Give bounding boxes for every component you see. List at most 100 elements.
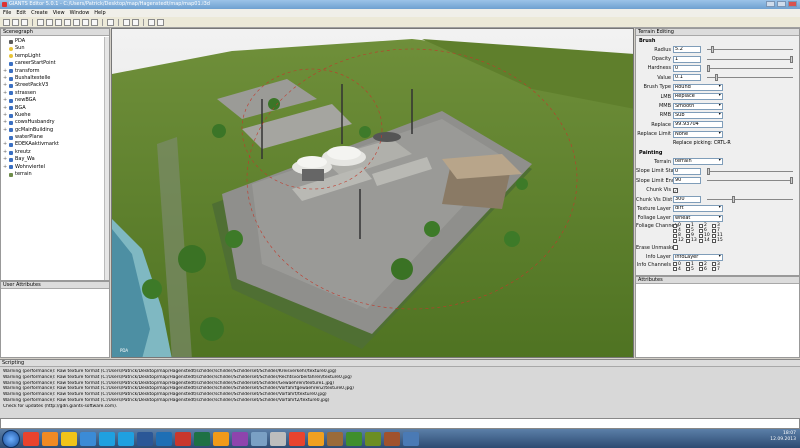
open-icon[interactable] [12, 19, 19, 26]
channel-checkbox[interactable] [686, 267, 690, 272]
hardness-field[interactable]: 0 [673, 64, 701, 72]
scenegraph-node[interactable]: + cowsHusbandry [3, 119, 107, 126]
channel-checkbox[interactable] [699, 223, 703, 228]
scenegraph-node[interactable]: careerStartPoint [3, 60, 107, 67]
channel-checkbox[interactable] [712, 223, 716, 228]
terrain-sculpt-icon[interactable] [73, 19, 80, 26]
taskbar-tractor-icon[interactable] [346, 431, 362, 446]
scenegraph-node[interactable]: + Bushaltestelle [3, 75, 107, 82]
expand-toggle-icon[interactable]: + [3, 119, 7, 126]
info-layer-select[interactable]: infoLayer [673, 253, 723, 261]
channel-checkbox[interactable] [699, 228, 703, 233]
scale-icon[interactable] [64, 19, 71, 26]
replace-field[interactable]: 99.93704 [673, 121, 723, 129]
pivot-icon[interactable] [157, 19, 164, 26]
channel-checkbox[interactable] [712, 238, 716, 243]
menu-file[interactable]: File [3, 9, 11, 17]
value-slider[interactable] [707, 74, 793, 82]
taskbar-winamp-icon[interactable] [308, 431, 324, 446]
channel-checkbox[interactable] [686, 228, 690, 233]
chunk-vis-dist-slider[interactable] [707, 196, 793, 204]
channel-checkbox[interactable] [673, 238, 677, 243]
taskbar-chrome-icon[interactable] [23, 431, 39, 446]
channel-checkbox[interactable] [712, 267, 716, 272]
chunk-vis-dist-field[interactable]: 300 [673, 196, 701, 204]
channel-checkbox[interactable] [673, 223, 677, 228]
channel-checkbox[interactable] [673, 267, 677, 272]
hardness-slider-thumb[interactable] [707, 64, 710, 72]
channel-checkbox[interactable] [712, 228, 716, 233]
taskbar-vlc-icon[interactable] [213, 431, 229, 446]
menu-create[interactable]: Create [31, 9, 48, 17]
scenegraph-node[interactable]: + strassen [3, 90, 107, 97]
start-button[interactable] [2, 429, 20, 448]
minimize-button[interactable] [766, 1, 775, 7]
paint-icon[interactable] [82, 19, 89, 26]
snap-icon[interactable] [148, 19, 155, 26]
hardness-slider[interactable] [707, 64, 793, 72]
terrain-select[interactable]: terrain [673, 158, 723, 166]
3d-viewport[interactable]: PDA [111, 28, 634, 358]
taskbar-settings-icon[interactable] [270, 431, 286, 446]
scenegraph-node[interactable]: PDA [3, 38, 107, 45]
channel-checkbox[interactable] [686, 233, 690, 238]
channel-checkbox[interactable] [673, 228, 677, 233]
rotate-icon[interactable] [55, 19, 62, 26]
expand-toggle-icon[interactable]: + [3, 112, 7, 119]
opacity-slider[interactable] [707, 55, 793, 63]
expand-toggle-icon[interactable]: + [3, 68, 7, 75]
scenegraph-node[interactable]: + kreutz [3, 149, 107, 156]
scenegraph-node[interactable]: + Kuehe [3, 112, 107, 119]
radius-slider-thumb[interactable] [711, 46, 715, 54]
scenegraph-node[interactable]: + Wohnviertel [3, 164, 107, 171]
foliage-layer-select[interactable]: wheat [673, 214, 723, 222]
channel-checkbox[interactable] [686, 262, 690, 267]
brush-type-select[interactable]: Round [673, 83, 723, 91]
menu-view[interactable]: View [53, 9, 65, 17]
camera-icon[interactable] [123, 19, 130, 26]
rmb-select[interactable]: Sub [673, 111, 723, 119]
channel-checkbox[interactable] [673, 262, 677, 267]
new-icon[interactable] [3, 19, 10, 26]
maximize-button[interactable] [777, 1, 786, 7]
taskbar-game2-icon[interactable] [384, 431, 400, 446]
chunk-vis-checkbox[interactable]: ✓ [673, 187, 678, 193]
channel-checkbox[interactable] [686, 238, 690, 243]
channel-checkbox[interactable] [699, 238, 703, 243]
value-slider-thumb[interactable] [715, 74, 719, 82]
taskbar-firefox-icon[interactable] [42, 431, 58, 446]
play-icon[interactable] [107, 19, 114, 26]
scenegraph-node[interactable]: tempLight [3, 53, 107, 60]
value-field[interactable]: 0.1 [673, 74, 701, 82]
taskbar-word-icon[interactable] [137, 431, 153, 446]
expand-toggle-icon[interactable]: + [3, 156, 7, 163]
expand-toggle-icon[interactable]: + [3, 164, 7, 171]
taskbar-winrar-icon[interactable] [232, 431, 248, 446]
slope-start-slider-thumb[interactable] [707, 167, 710, 175]
texture-layer-select[interactable]: dirt [673, 205, 723, 213]
close-button[interactable] [788, 1, 797, 7]
slope-end-slider[interactable] [707, 177, 793, 185]
slope-start-field[interactable]: 0 [673, 167, 701, 175]
channel-checkbox[interactable] [699, 267, 703, 272]
channel-checkbox[interactable] [699, 233, 703, 238]
slope-start-slider[interactable] [707, 167, 793, 175]
scenegraph-node[interactable]: Sun [3, 45, 107, 52]
taskbar-photoshop-icon[interactable] [156, 431, 172, 446]
taskbar-skype-icon[interactable] [99, 431, 115, 446]
taskbar-skype2-icon[interactable] [118, 431, 134, 446]
channel-checkbox[interactable] [673, 233, 677, 238]
expand-toggle-icon[interactable]: + [3, 127, 7, 134]
taskbar-excel-icon[interactable] [194, 431, 210, 446]
move-icon[interactable] [46, 19, 53, 26]
opacity-slider-thumb[interactable] [790, 55, 793, 63]
save-icon[interactable] [21, 19, 28, 26]
grid-icon[interactable] [132, 19, 139, 26]
scenegraph-node[interactable]: + Bay_Wa [3, 156, 107, 163]
radius-slider[interactable] [707, 46, 793, 54]
scenegraph-node[interactable]: + gcMainBuilding [3, 127, 107, 134]
expand-toggle-icon[interactable]: + [3, 105, 7, 112]
expand-toggle-icon[interactable]: + [3, 90, 7, 97]
radius-field[interactable]: 5.2 [673, 46, 701, 54]
mmb-select[interactable]: Smooth [673, 102, 723, 110]
